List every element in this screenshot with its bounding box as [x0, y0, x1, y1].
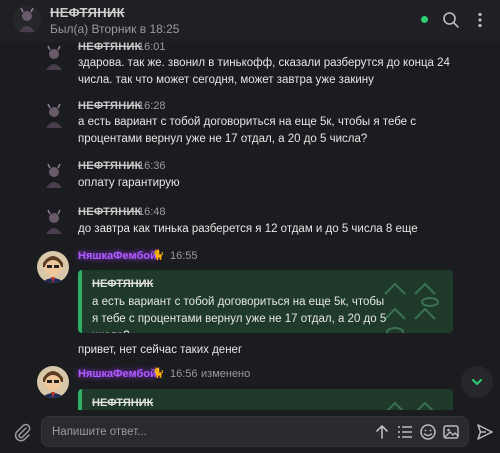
send-icon[interactable] [476, 423, 494, 441]
sender-name[interactable]: НяшкаФембой [78, 368, 157, 380]
more-options-icon[interactable] [470, 10, 490, 30]
message-time: 16:01 [138, 42, 166, 53]
search-icon[interactable] [441, 10, 461, 30]
message-time: 16:56 [170, 368, 198, 380]
edited-label: изменено [201, 368, 251, 380]
sender-avatar[interactable] [40, 208, 68, 236]
emoji-icon[interactable] [419, 423, 437, 441]
sender-name[interactable]: НЕФТЯНИК [78, 100, 142, 112]
last-seen-status: Был(а) Вторник в 18:25 [50, 22, 180, 36]
quote-author: НЕФТЯНИК [92, 397, 154, 409]
message-time: 16:28 [138, 100, 166, 112]
sender-name[interactable]: НЕФТЯНИК [78, 206, 142, 218]
scroll-to-bottom-button[interactable] [461, 366, 493, 398]
quoted-message[interactable]: НЕФТЯНИК а есть вариант с тобой договори… [78, 270, 453, 333]
message-text: оплату гарантирую [78, 177, 180, 189]
sender-name[interactable]: НЕФТЯНИК [78, 160, 142, 172]
message-time: 16:36 [138, 160, 166, 172]
sender-avatar[interactable] [37, 366, 69, 398]
quote-text: а есть вариант с тобой договориться на е… [92, 296, 387, 333]
quoted-message[interactable]: НЕФТЯНИК [78, 389, 453, 410]
format-list-icon[interactable] [396, 423, 414, 441]
message-list[interactable]: НЕФТЯНИК 16:01 здарова. так же. звонил в… [0, 42, 500, 410]
message-input[interactable] [52, 417, 362, 446]
sender-badge: 🐈 [152, 368, 165, 379]
sender-avatar[interactable] [37, 251, 69, 283]
message-text: привет, нет сейчас таких денег [78, 344, 243, 356]
message-text: а есть вариант с тобой договориться на е… [78, 116, 417, 145]
sender-name[interactable]: НяшкаФембой [78, 250, 157, 262]
paperclip-icon[interactable] [12, 422, 32, 442]
sender-avatar[interactable] [40, 102, 68, 130]
chevron-down-icon [472, 379, 482, 385]
image-icon[interactable] [442, 423, 460, 441]
arrow-up-icon[interactable] [373, 423, 391, 441]
sender-badge: 🐈 [152, 250, 165, 261]
contact-name[interactable]: НЕФТЯНИК [50, 5, 125, 20]
quote-pattern-icon [384, 282, 439, 333]
chat-header: НЕФТЯНИК Был(а) Вторник в 18:25 [0, 0, 500, 42]
message-text: до завтра как тинька разберется я 12 отд… [78, 223, 418, 235]
sender-avatar[interactable] [40, 44, 68, 72]
sender-name[interactable]: НЕФТЯНИК [78, 42, 142, 53]
message-time: 16:48 [138, 206, 166, 218]
sender-avatar[interactable] [40, 162, 68, 190]
quote-author: НЕФТЯНИК [92, 278, 154, 290]
message-text: здарова. так же. звонил в тинькофф, сказ… [78, 57, 450, 86]
contact-avatar[interactable] [13, 6, 41, 34]
online-indicator [421, 16, 428, 23]
quote-pattern-icon [386, 401, 434, 410]
message-input-box[interactable] [41, 416, 469, 447]
message-time: 16:55 [170, 250, 198, 262]
message-composer [0, 410, 500, 453]
